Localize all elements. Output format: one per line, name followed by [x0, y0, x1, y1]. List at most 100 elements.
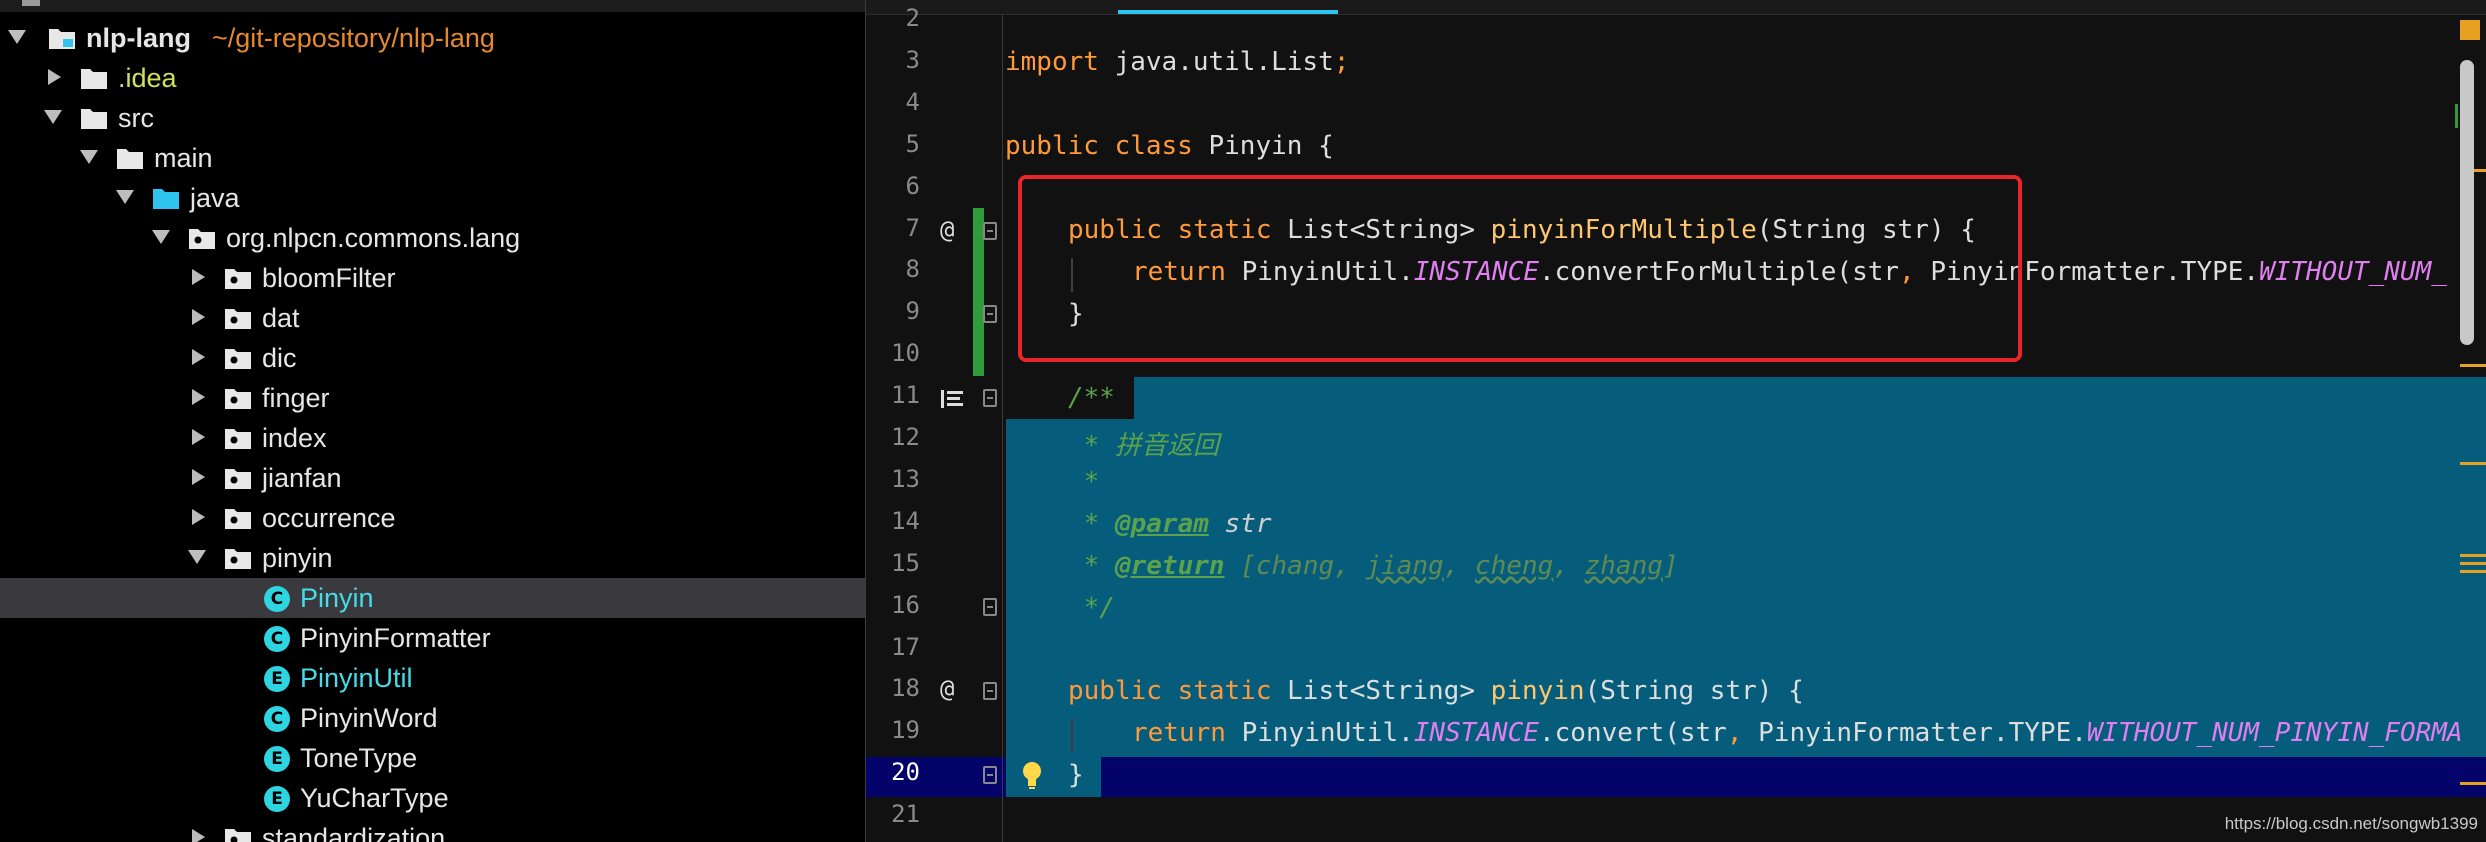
line-number[interactable]: 6 — [866, 172, 920, 200]
collapse-arrow-icon[interactable] — [44, 110, 62, 124]
class-icon: C — [264, 706, 290, 732]
fold-marker-icon[interactable] — [983, 222, 997, 240]
tree-item-occurrence[interactable]: occurrence — [0, 498, 865, 538]
line-number[interactable]: 12 — [866, 423, 920, 451]
expand-arrow-icon[interactable] — [192, 509, 205, 525]
code-line-18[interactable]: public static List<String> pinyin(String… — [1068, 676, 1804, 706]
code-line-16[interactable]: */ — [1068, 593, 1115, 623]
fold-marker-icon[interactable] — [983, 389, 997, 407]
line-number[interactable]: 13 — [866, 465, 920, 493]
code-line-5[interactable]: public class Pinyin { — [1005, 131, 1334, 161]
expand-arrow-icon[interactable] — [192, 309, 205, 325]
tree-item-label: occurrence — [262, 503, 396, 533]
line-number[interactable]: 18 — [866, 674, 920, 702]
doc-comment-icon[interactable] — [940, 388, 966, 410]
tree-item-pinyin[interactable]: C Pinyin — [0, 578, 865, 618]
line-number[interactable]: 10 — [866, 339, 920, 367]
tree-item-standardization[interactable]: standardization — [0, 818, 865, 842]
tree-item-pinyin[interactable]: pinyin — [0, 538, 865, 578]
line-number[interactable]: 8 — [866, 255, 920, 283]
line-number[interactable]: 14 — [866, 507, 920, 535]
line-number[interactable]: 17 — [866, 633, 920, 661]
collapse-arrow-icon[interactable] — [80, 150, 98, 164]
tree-item-pinyinformatter[interactable]: C PinyinFormatter — [0, 618, 865, 658]
tree-item-finger[interactable]: finger — [0, 378, 865, 418]
tree-item-dic[interactable]: dic — [0, 338, 865, 378]
tree-item--idea[interactable]: .idea — [0, 58, 865, 98]
line-number[interactable]: 21 — [866, 800, 920, 828]
expand-arrow-icon[interactable] — [48, 69, 61, 85]
code-line-15[interactable]: * @return [chang, jiang, cheng, zhang] — [1068, 551, 1679, 581]
fold-marker-icon[interactable] — [983, 305, 997, 323]
line-number[interactable]: 11 — [866, 381, 920, 409]
watermark: https://blog.csdn.net/songwb1399 — [2224, 814, 2478, 833]
package-icon — [225, 469, 251, 489]
implements-marker-icon[interactable]: @ — [940, 216, 954, 244]
code-line-12[interactable]: * 拼音返回 — [1068, 425, 1219, 462]
collapse-arrow-icon[interactable] — [152, 230, 170, 244]
tree-item-java[interactable]: java — [0, 178, 865, 218]
fold-marker-icon[interactable] — [983, 766, 997, 784]
stripe-marker[interactable] — [2460, 570, 2486, 573]
expand-arrow-icon[interactable] — [192, 349, 205, 365]
line-number[interactable]: 2 — [866, 4, 920, 32]
stripe-marker[interactable] — [2460, 462, 2486, 465]
tree-item-pinyinutil[interactable]: E PinyinUtil — [0, 658, 865, 698]
line-number[interactable]: 4 — [866, 88, 920, 116]
tree-item-src[interactable]: src — [0, 98, 865, 138]
tree-item-index[interactable]: index — [0, 418, 865, 458]
line-number[interactable]: 15 — [866, 549, 920, 577]
line-number[interactable]: 16 — [866, 591, 920, 619]
code-line-11[interactable]: /** — [1068, 383, 1115, 413]
expand-arrow-icon[interactable] — [192, 829, 205, 842]
tree-root-row[interactable]: nlp-lang ~/git-repository/nlp-lang — [0, 18, 865, 58]
tree-item-label: PinyinFormatter — [300, 623, 491, 653]
folder-icon — [153, 189, 179, 209]
tree-item-label: YuCharType — [300, 783, 449, 813]
line-number[interactable]: 9 — [866, 297, 920, 325]
collapse-arrow-icon[interactable] — [116, 190, 134, 204]
stripe-marker[interactable] — [2460, 562, 2486, 565]
tree-item-jianfan[interactable]: jianfan — [0, 458, 865, 498]
collapse-arrow-icon[interactable] — [188, 550, 206, 564]
collapse-arrow-icon[interactable] — [8, 30, 26, 44]
line-number[interactable]: 5 — [866, 130, 920, 158]
vertical-scrollbar[interactable] — [2460, 60, 2474, 345]
tree-item-yuchartype[interactable]: E YuCharType — [0, 778, 865, 818]
expand-arrow-icon[interactable] — [192, 389, 205, 405]
tree-item-dat[interactable]: dat — [0, 298, 865, 338]
implements-marker-icon[interactable]: @ — [940, 675, 954, 703]
code-line-19[interactable]: return PinyinUtil.INSTANCE.convert(str, … — [1132, 718, 2463, 748]
stripe-marker[interactable] — [2460, 782, 2486, 785]
code-editor[interactable]: 2 3 4 5 6 7 8 9 10 11 12 13 14 15 16 17 18 19 20 21 @ @ imp… — [866, 0, 2486, 842]
annotation-highlight-box — [1018, 175, 2022, 362]
tree-item-bloomfilter[interactable]: bloomFilter — [0, 258, 865, 298]
line-number[interactable]: 20 — [866, 758, 920, 786]
stripe-change-marker[interactable] — [2455, 104, 2458, 128]
toolbar-icon[interactable] — [22, 0, 40, 6]
package-icon — [225, 269, 251, 289]
tree-item-tonetype[interactable]: E ToneType — [0, 738, 865, 778]
project-tree-panel: nlp-lang ~/git-repository/nlp-lang .idea… — [0, 0, 865, 842]
line-number[interactable]: 7 — [866, 214, 920, 242]
code-line-14[interactable]: * @param str — [1068, 509, 1272, 539]
editor-tab-bar — [866, 0, 2486, 15]
expand-arrow-icon[interactable] — [192, 429, 205, 445]
expand-arrow-icon[interactable] — [192, 469, 205, 485]
line-number[interactable]: 19 — [866, 716, 920, 744]
tree-item-pinyinword[interactable]: C PinyinWord — [0, 698, 865, 738]
fold-marker-icon[interactable] — [983, 682, 997, 700]
tree-item-org-nlpcn-commons-lang[interactable]: org.nlpcn.commons.lang — [0, 218, 865, 258]
active-tab-indicator[interactable] — [1118, 10, 1338, 14]
tree-item-main[interactable]: main — [0, 138, 865, 178]
fold-marker-icon[interactable] — [983, 598, 997, 616]
line-number[interactable]: 3 — [866, 46, 920, 74]
lightbulb-icon[interactable] — [1020, 760, 1044, 797]
inspection-status-icon[interactable] — [2460, 20, 2480, 40]
stripe-marker[interactable] — [2460, 554, 2486, 557]
code-line-3[interactable]: import java.util.List; — [1005, 47, 1349, 77]
code-line-13[interactable]: * — [1068, 467, 1100, 497]
expand-arrow-icon[interactable] — [192, 269, 205, 285]
code-line-20[interactable]: } — [1068, 760, 1084, 790]
stripe-marker[interactable] — [2460, 364, 2486, 367]
